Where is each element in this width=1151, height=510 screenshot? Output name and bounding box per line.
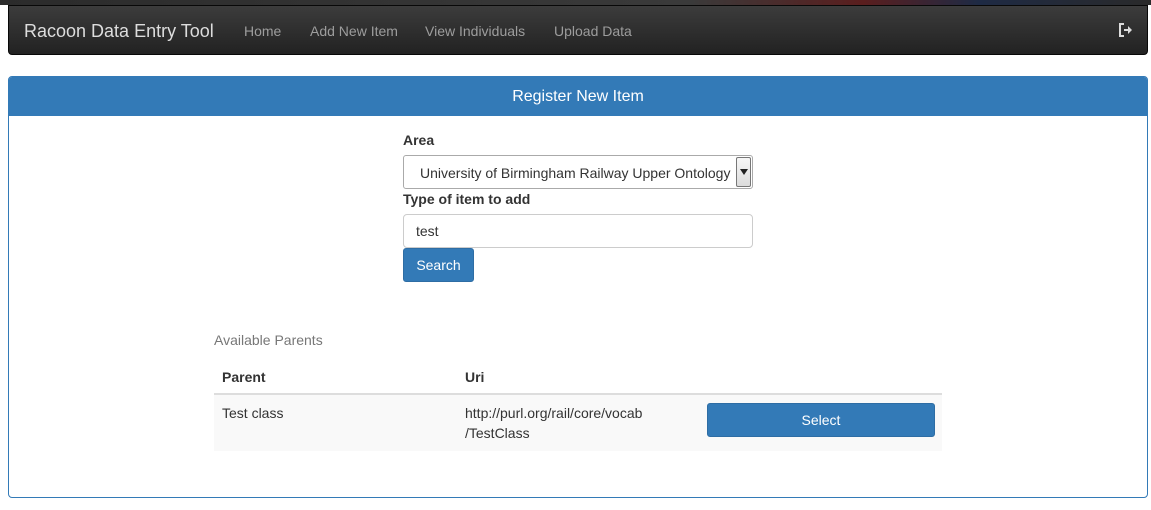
available-parents-caption: Available Parents: [214, 332, 323, 348]
area-select[interactable]: University of Birmingham Railway Upper O…: [403, 155, 753, 189]
uri-line-2: /TestClass: [465, 425, 530, 441]
uri-line-1: http://purl.org/rail/core/vocab: [465, 405, 643, 421]
dropdown-arrow-icon[interactable]: [736, 157, 751, 187]
area-selected-value: University of Birmingham Railway Upper O…: [420, 165, 731, 181]
nav-add-new-item[interactable]: Add New Item: [310, 23, 398, 39]
column-header-uri: Uri: [465, 369, 485, 385]
nav-home[interactable]: Home: [244, 23, 281, 39]
register-panel: Register New Item Area University of Bir…: [8, 76, 1148, 498]
parent-cell: Test class: [222, 405, 284, 421]
sign-out-icon[interactable]: [1118, 22, 1134, 38]
search-button[interactable]: Search: [403, 248, 474, 282]
nav-view-individuals[interactable]: View Individuals: [425, 23, 525, 39]
parents-table: Parent Uri Test class http://purl.org/ra…: [214, 359, 942, 451]
select-button[interactable]: Select: [707, 403, 935, 437]
table-row: Test class http://purl.org/rail/core/voc…: [214, 395, 942, 451]
nav-upload-data[interactable]: Upload Data: [554, 23, 632, 39]
uri-cell: http://purl.org/rail/core/vocab /TestCla…: [465, 403, 665, 443]
table-header: Parent Uri: [214, 359, 942, 395]
panel-title: Register New Item: [9, 77, 1147, 116]
type-input[interactable]: [403, 214, 753, 248]
type-label: Type of item to add: [403, 191, 531, 207]
navbar: Racoon Data Entry Tool Home Add New Item…: [8, 5, 1148, 55]
area-label: Area: [403, 132, 435, 148]
column-header-parent: Parent: [222, 369, 266, 385]
brand-title[interactable]: Racoon Data Entry Tool: [24, 21, 214, 42]
